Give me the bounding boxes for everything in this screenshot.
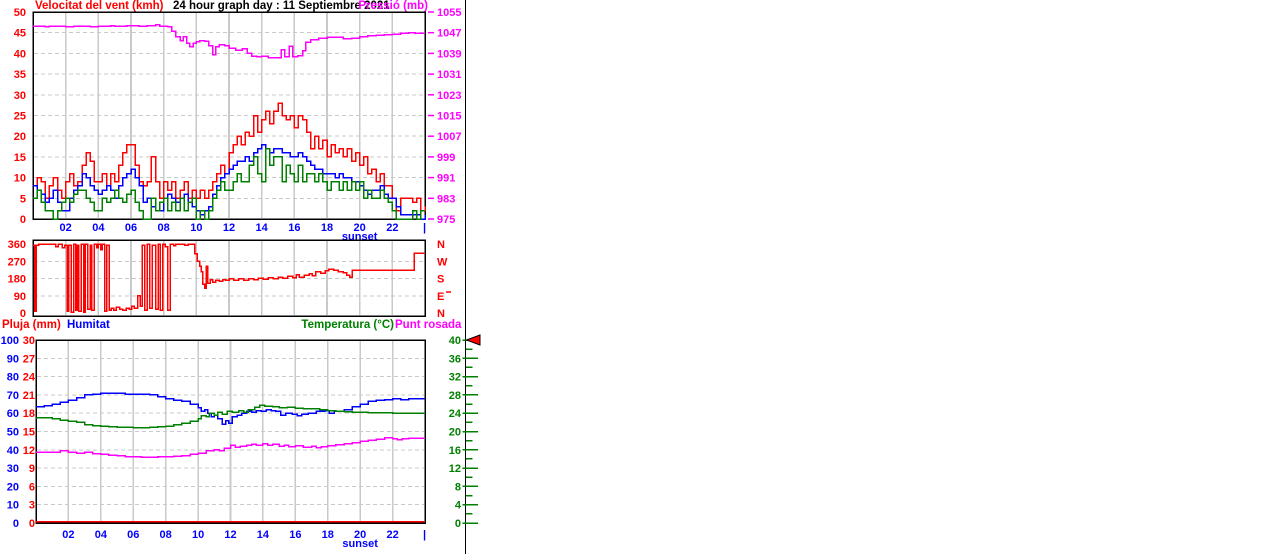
x-hour-label: 18: [322, 529, 334, 541]
axis-tick-label: 975: [437, 214, 455, 226]
x-hour-label: 06: [125, 222, 137, 234]
axis-tick-label: 983: [437, 193, 455, 205]
axis-tick-label: 0: [20, 308, 26, 320]
x-hour-label: 22: [386, 529, 398, 541]
axis-tick-label: 45: [14, 28, 26, 40]
axis-tick-label: 10: [14, 173, 26, 185]
graphs-canvas: 0510152025303540455097598399199910071015…: [1, 0, 481, 554]
axis-tick-label: 6: [29, 481, 35, 493]
axis-tick-label: 16: [449, 445, 461, 457]
axis-tick-label: 1007: [437, 131, 461, 143]
axis-tick-label: 20: [14, 131, 26, 143]
axis-tick-label: 40: [14, 48, 26, 60]
compass-label: W: [437, 256, 448, 268]
axis-tick-label: 60: [7, 408, 19, 420]
compass-label: S: [437, 274, 444, 286]
axis-tick-label: 25: [14, 111, 26, 123]
axis-tick-label: 8: [455, 481, 461, 493]
compass-label: N: [437, 308, 445, 320]
x-hour-label: 04: [95, 529, 108, 541]
axis-tick-label: 40: [449, 335, 461, 347]
axis-tick-label: 12: [23, 445, 35, 457]
axis-tick-label: 50: [7, 427, 19, 439]
axis-tick-label: 0: [13, 518, 19, 530]
axis-tick-label: 24: [23, 372, 36, 384]
x-hour-label: 06: [127, 529, 139, 541]
sunset-label: sunset: [342, 538, 378, 550]
axis-tick-label: 3: [29, 500, 35, 512]
compass-label: N: [437, 239, 445, 251]
axis-tick-label: 10: [7, 500, 19, 512]
x-hour-label: 02: [62, 529, 74, 541]
axis-tick-label: 15: [14, 152, 26, 164]
axis-tick-label: 1015: [437, 111, 461, 123]
axis-tick-label: 27: [23, 353, 35, 365]
axis-tick-label: 50: [14, 7, 26, 19]
axis-tick-label: 5: [20, 193, 26, 205]
axis-tick-label: 90: [14, 291, 26, 303]
x-hour-label: 08: [158, 222, 170, 234]
x-hour-label: 16: [289, 529, 301, 541]
axis-tick-label: 1039: [437, 48, 461, 60]
axis-tick-label: 30: [7, 463, 19, 475]
axis-tick-label: 20: [7, 481, 19, 493]
axis-tick-label: 270: [8, 256, 26, 268]
compass-label: E: [437, 291, 444, 303]
axis-tick-label: 30: [23, 335, 35, 347]
axis-tick-label: 32: [449, 372, 461, 384]
axis-tick-label: 1047: [437, 28, 461, 40]
axis-tick-label: 15: [23, 427, 35, 439]
axis-tick-label: 180: [8, 274, 26, 286]
x-hour-label: 10: [192, 529, 204, 541]
axis-tick-label: 18: [23, 408, 35, 420]
x-hour-label: 10: [190, 222, 202, 234]
axis-tick-label: 24: [449, 408, 462, 420]
x-hour-label: 16: [288, 222, 300, 234]
x-hour-label: 04: [92, 222, 105, 234]
temperature-scale-arrow: [465, 334, 481, 346]
axis-tick-label: 1031: [437, 69, 461, 81]
x-hour-label: 12: [224, 529, 236, 541]
axis-tick-label: 9: [29, 463, 35, 475]
axis-tick-label: 12: [449, 463, 461, 475]
axis-tick-label: 35: [14, 69, 26, 81]
axis-tick-label: 1055: [437, 7, 461, 19]
x-hour-label: 14: [257, 529, 270, 541]
x-hour-label: 22: [386, 222, 398, 234]
axis-tick-label: 90: [7, 353, 19, 365]
axis-tick-label: 21: [23, 390, 35, 402]
axis-tick-label: 991: [437, 173, 455, 185]
axis-tick-label: 70: [7, 390, 19, 402]
axis-tick-label: 30: [14, 90, 26, 102]
axis-tick-label: 28: [449, 390, 461, 402]
axis-tick-label: 999: [437, 152, 455, 164]
axis-tick-label: 0: [20, 214, 26, 226]
x-end-tick: |: [423, 529, 426, 541]
x-hour-label: 18: [321, 222, 333, 234]
x-hour-label: 02: [60, 222, 72, 234]
axis-tick-label: 0: [455, 518, 461, 530]
x-hour-label: 12: [223, 222, 235, 234]
weather-graphs-page: Velocitat del vent (kmh) 24 hour graph d…: [0, 0, 1280, 554]
axis-tick-label: 0: [29, 518, 35, 530]
axis-tick-label: 4: [455, 500, 462, 512]
axis-tick-label: 360: [8, 239, 26, 251]
axis-tick-label: 1023: [437, 90, 461, 102]
x-hour-label: 08: [160, 529, 172, 541]
axis-tick-label: 36: [449, 353, 461, 365]
axis-tick-label: 100: [1, 335, 19, 347]
axis-tick-label: 20: [449, 427, 461, 439]
axis-tick-label: 40: [7, 445, 19, 457]
axis-tick-label: 80: [7, 372, 19, 384]
x-hour-label: 14: [256, 222, 269, 234]
x-end-tick: |: [423, 222, 426, 234]
